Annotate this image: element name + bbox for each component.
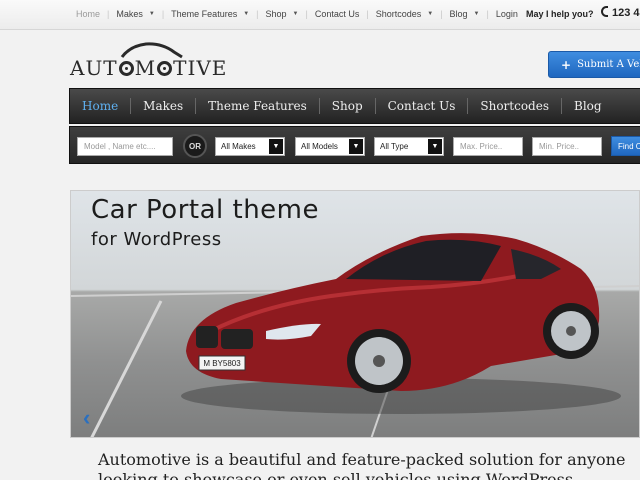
top-nav-label: Shortcodes — [375, 9, 422, 19]
plus-icon: + — [561, 57, 572, 72]
intro-line-1: Automotive is a beautiful and feature-pa… — [98, 450, 626, 469]
top-nav-label: Shop — [265, 9, 287, 19]
phone-number[interactable]: 123 45 — [601, 6, 640, 19]
top-nav-label: Theme Features — [171, 9, 238, 19]
logo-text-part: TIVE — [173, 56, 228, 80]
nav-divider — [195, 98, 197, 114]
chevron-down-icon: ▼ — [148, 11, 155, 17]
main-nav-theme-features[interactable]: Theme Features — [208, 99, 307, 113]
top-nav-divider: | — [161, 9, 165, 19]
top-nav: Home | Makes ▼ | Theme Features ▼ | Shop ▼ … — [76, 9, 518, 19]
makes-select-value: All Makes — [221, 142, 256, 151]
logo-text: AUT M TIVE — [70, 56, 227, 80]
hero-subtitle: for WordPress — [91, 229, 222, 250]
submit-vehicle-label: Submit A Vehi — [577, 59, 640, 70]
phone-icon — [601, 6, 608, 17]
models-select[interactable]: All Models ▼ — [295, 137, 365, 156]
top-nav-shortcodes[interactable]: Shortcodes ▼ — [376, 9, 433, 19]
top-nav-login[interactable]: Login — [496, 9, 518, 19]
chevron-down-icon: ▼ — [292, 11, 299, 17]
top-nav-divider: | — [366, 9, 369, 19]
intro-text: Automotive is a beautiful and feature-pa… — [98, 450, 625, 480]
slider-prev-arrow-icon[interactable]: ‹ — [83, 405, 90, 431]
wheel-icon — [157, 61, 173, 76]
vehicle-search-bar: Model , Name etc.... OR All Makes ▼ All M… — [69, 126, 640, 164]
submit-vehicle-button[interactable]: + Submit A Vehi — [548, 51, 640, 78]
logo-text-part: M — [134, 56, 157, 80]
nav-divider — [467, 98, 469, 114]
find-car-button[interactable]: Find C — [611, 136, 640, 156]
hero-slider: M BY5803 Car Portal theme for WordPress … — [70, 190, 640, 438]
nav-divider — [374, 98, 376, 114]
models-select-value: All Models — [301, 142, 338, 151]
top-nav-label: Blog — [449, 9, 468, 19]
chevron-down-icon: ▼ — [427, 11, 434, 17]
hero-title: Car Portal theme — [91, 195, 319, 225]
top-nav-divider: | — [305, 9, 308, 19]
logo-text-part: AUT — [70, 56, 118, 80]
chevron-down-icon: ▼ — [269, 139, 283, 154]
top-nav-label: Contact Us — [314, 9, 360, 19]
or-badge: OR — [183, 134, 207, 158]
top-nav-label: Home — [76, 9, 101, 19]
type-select-value: All Type — [380, 142, 409, 151]
top-nav-divider: | — [256, 9, 259, 19]
main-nav-contact-us[interactable]: Contact Us — [388, 99, 456, 113]
top-nav-shop[interactable]: Shop ▼ — [266, 9, 299, 19]
main-nav-shortcodes[interactable]: Shortcodes — [480, 99, 549, 113]
top-nav-blog[interactable]: Blog ▼ — [450, 9, 480, 19]
license-plate-text: M BY5803 — [203, 359, 241, 368]
main-nav: Home Makes Theme Features Shop Contact U… — [69, 88, 640, 124]
top-utility-bar: Home | Makes ▼ | Theme Features ▼ | Shop ▼ … — [0, 0, 640, 30]
top-nav-label: Login — [495, 9, 518, 19]
min-price-input[interactable]: Min. Price.. — [532, 137, 602, 156]
top-nav-divider: | — [440, 9, 443, 19]
top-nav-divider: | — [486, 9, 489, 19]
max-price-input[interactable]: Max. Price.. — [453, 137, 523, 156]
nav-divider — [561, 98, 562, 114]
chevron-down-icon: ▼ — [243, 11, 250, 17]
top-nav-contact-us[interactable]: Contact Us — [315, 9, 360, 19]
main-nav-blog[interactable]: Blog — [574, 99, 602, 113]
main-nav-shop[interactable]: Shop — [332, 99, 363, 113]
main-nav-makes[interactable]: Makes — [143, 99, 183, 113]
top-nav-label: Makes — [116, 9, 143, 19]
chevron-down-icon: ▼ — [428, 139, 442, 154]
main-nav-home[interactable]: Home — [82, 99, 118, 113]
top-nav-theme-features[interactable]: Theme Features ▼ — [171, 9, 249, 19]
nav-divider — [318, 98, 320, 114]
top-nav-divider: | — [107, 9, 110, 19]
keyword-search-input[interactable]: Model , Name etc.... — [77, 137, 173, 156]
help-text: May I help you? — [526, 9, 594, 19]
site-logo[interactable]: AUT M TIVE — [70, 40, 230, 80]
chevron-down-icon: ▼ — [349, 139, 363, 154]
chevron-down-icon: ▼ — [473, 11, 480, 17]
wheel-icon — [118, 61, 134, 76]
top-nav-makes[interactable]: Makes ▼ — [116, 9, 154, 19]
top-nav-home[interactable]: Home — [76, 9, 100, 19]
makes-select[interactable]: All Makes ▼ — [215, 137, 285, 156]
intro-line-2: looking to showcase or even sell vehicle… — [98, 470, 579, 480]
phone-number-text: 123 45 — [612, 7, 640, 19]
nav-divider — [130, 98, 132, 114]
type-select[interactable]: All Type ▼ — [374, 137, 444, 156]
